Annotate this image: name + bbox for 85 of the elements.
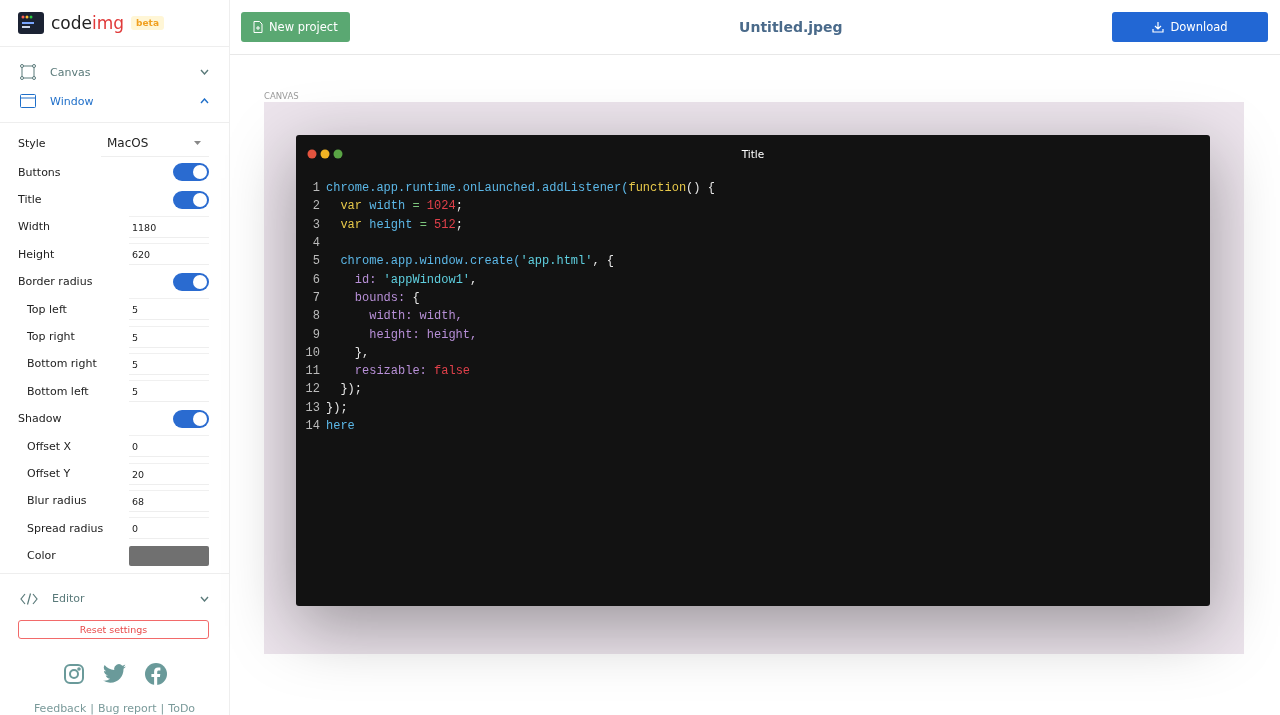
code-line: here (326, 419, 355, 433)
line-number: 3 (311, 217, 321, 232)
line-number: 2 (311, 199, 321, 214)
canvas-label: CANVAS (264, 91, 300, 101)
code-line: var height = 512; (339, 217, 463, 232)
section-header[interactable]: Window (0, 86, 229, 116)
f-logo-icon[interactable] (144, 663, 167, 685)
setting-label: Title (18, 193, 43, 207)
logo-icon (18, 11, 44, 34)
app-name: codeimg (51, 12, 125, 33)
code-line: resizable: false (353, 364, 471, 379)
code-line: chrome.app.window.create('app.html', { (339, 254, 615, 269)
setting-label: Blur radius (26, 494, 88, 508)
line-number: 1 (311, 181, 321, 196)
number-field[interactable]: 620 (129, 243, 209, 266)
separator: | (160, 702, 165, 715)
line-number: 4 (311, 236, 321, 251)
file-icon (253, 21, 263, 33)
setting-label: Color (26, 549, 57, 563)
toggle-switch[interactable] (173, 409, 209, 428)
line-number: 6 (311, 272, 321, 287)
code-line: }); (326, 400, 348, 415)
code-line: bounds: { (353, 290, 420, 305)
separator: | (90, 702, 94, 715)
setting-label: Offset Y (26, 467, 72, 480)
style-dropdown[interactable]: MacOS (101, 130, 209, 157)
number-field[interactable]: 5 (129, 380, 209, 403)
number-field[interactable]: 68 (129, 489, 209, 512)
reset-button[interactable]: Reset settings (18, 619, 209, 639)
code-line: chrome.app.runtime.onLaunched.addListener(function() { (326, 181, 715, 196)
toggle-switch[interactable] (173, 163, 209, 182)
setting-label: Buttons (18, 165, 62, 179)
window-buttons-icon (307, 149, 343, 159)
beta-badge: beta (131, 15, 164, 30)
number-field[interactable]: 0 (129, 517, 209, 540)
setting-label: Top left (26, 302, 68, 316)
code-icon (20, 592, 38, 605)
setting-label: Spread radius (26, 521, 105, 535)
window-icon (20, 94, 36, 108)
camera-icon[interactable] (62, 663, 85, 685)
setting-label: Border radius (18, 275, 94, 289)
number-field[interactable]: 20 (129, 462, 209, 485)
chevron-icon (200, 98, 209, 104)
line-number: 12 (304, 382, 321, 397)
setting-label: Top right (26, 330, 76, 344)
code-line: var width = 1024; (339, 199, 463, 214)
setting-label: Height (18, 247, 56, 261)
line-number: 9 (311, 327, 321, 342)
line-number: 14 (304, 419, 321, 433)
code-line: height: height, (368, 327, 478, 342)
section-header[interactable]: Editor (0, 586, 229, 611)
download-icon (1152, 21, 1165, 33)
line-number: 5 (311, 254, 321, 269)
toggle-switch[interactable] (173, 190, 209, 209)
setting-label: Width (18, 220, 51, 234)
code-line: }, (353, 345, 370, 360)
number-field[interactable]: 5 (129, 298, 209, 321)
number-field[interactable]: 5 (129, 352, 209, 375)
code-line: id: 'appWindow1', (353, 272, 478, 287)
download-button[interactable]: Download (1112, 12, 1268, 42)
line-number: 13 (304, 400, 321, 415)
setting-label: Offset X (26, 439, 73, 453)
setting-label: Shadow (18, 412, 63, 426)
caret-icon (194, 141, 201, 145)
code-line: }); (339, 382, 362, 397)
line-number: 10 (304, 345, 321, 360)
color-swatch[interactable] (129, 545, 209, 566)
section-header[interactable]: Canvas (0, 57, 229, 87)
chevron-icon (200, 69, 209, 75)
frame-icon (20, 64, 36, 80)
number-field[interactable]: 0 (129, 435, 209, 458)
number-field[interactable]: 5 (129, 325, 209, 348)
toggle-switch[interactable] (173, 272, 209, 291)
file-title: Untitled.jpeg (739, 19, 843, 35)
number-field[interactable]: 1180 (129, 216, 209, 238)
line-number: 11 (304, 364, 321, 379)
chevron-icon (200, 595, 209, 602)
setting-label: Bottom left (26, 384, 90, 398)
setting-label: Bottom right (26, 357, 98, 371)
line-number: 7 (311, 290, 321, 305)
line-number: 8 (311, 309, 321, 324)
code-line: width: width, (368, 309, 463, 324)
window-title: Title (741, 148, 765, 160)
setting-label: Style (18, 137, 47, 150)
bird-icon[interactable] (102, 664, 127, 684)
